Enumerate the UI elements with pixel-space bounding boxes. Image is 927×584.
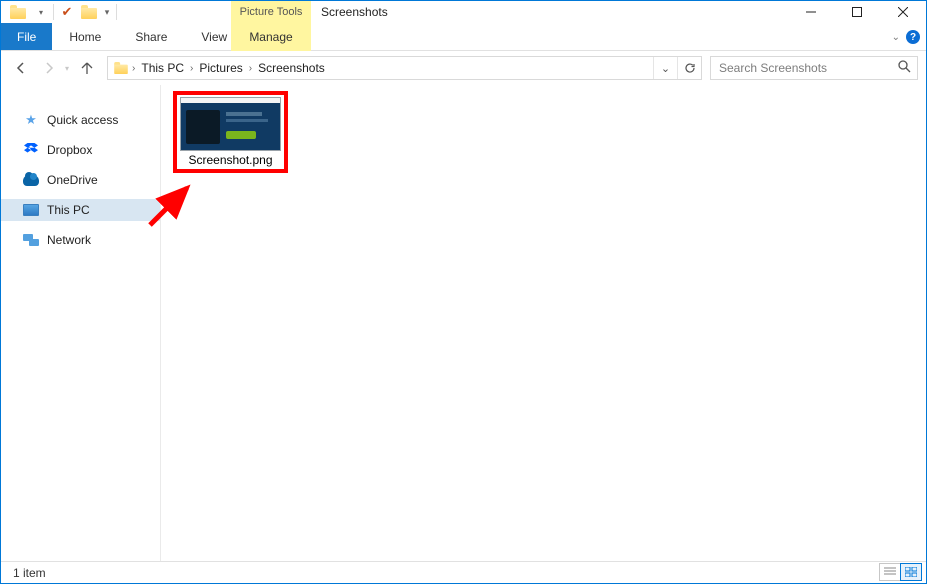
forward-button[interactable] xyxy=(37,56,61,80)
crumb-sep[interactable]: › xyxy=(188,63,195,74)
nav-network[interactable]: Network xyxy=(1,229,160,251)
crumb-this-pc[interactable]: This PC xyxy=(137,57,188,79)
nav-label: OneDrive xyxy=(47,173,98,187)
crumb-screenshots[interactable]: Screenshots xyxy=(254,57,329,79)
nav-label: This PC xyxy=(47,203,90,217)
tab-manage[interactable]: Manage xyxy=(231,23,311,51)
tab-share[interactable]: Share xyxy=(118,23,184,50)
address-bar[interactable]: › This PC › Pictures › Screenshots ⌄ xyxy=(107,56,702,80)
network-icon xyxy=(23,232,39,248)
dropbox-icon xyxy=(23,142,39,158)
view-switcher xyxy=(879,563,922,581)
folder-icon[interactable] xyxy=(7,1,29,23)
qat-dropdown[interactable]: ▾ xyxy=(29,1,51,23)
back-button[interactable] xyxy=(9,56,33,80)
folder-icon[interactable] xyxy=(78,1,100,23)
window-title: Screenshots xyxy=(321,1,388,23)
ribbon: File Home Share View Manage ⌄ ? xyxy=(1,23,926,51)
up-button[interactable] xyxy=(75,56,99,80)
nav-label: Dropbox xyxy=(47,143,92,157)
quick-access-toolbar: ▾ ✔ ▾ xyxy=(1,1,119,23)
folder-icon xyxy=(112,59,130,77)
body: ★ Quick access Dropbox OneDrive This PC … xyxy=(1,85,926,561)
file-item[interactable]: Screenshot.png xyxy=(173,91,288,173)
status-bar: 1 item xyxy=(1,561,926,583)
onedrive-icon xyxy=(23,172,39,188)
details-view-button[interactable] xyxy=(879,563,901,581)
refresh-button[interactable] xyxy=(677,57,701,79)
thumbnails-view-button[interactable] xyxy=(900,563,922,581)
title-bar: ▾ ✔ ▾ Picture Tools Screenshots xyxy=(1,1,926,23)
nav-label: Quick access xyxy=(47,113,118,127)
separator xyxy=(116,4,117,20)
tab-home[interactable]: Home xyxy=(52,23,118,50)
crumb-pictures[interactable]: Pictures xyxy=(195,57,246,79)
context-tab-header: Picture Tools xyxy=(231,1,311,23)
search-input[interactable] xyxy=(717,60,898,76)
qat-customize[interactable]: ▾ xyxy=(100,1,114,23)
star-icon: ★ xyxy=(23,112,39,128)
navigation-pane: ★ Quick access Dropbox OneDrive This PC … xyxy=(1,85,161,561)
search-box[interactable] xyxy=(710,56,918,80)
content-area[interactable]: Screenshot.png xyxy=(161,85,926,561)
minimize-button[interactable] xyxy=(788,1,834,23)
status-text: 1 item xyxy=(13,566,46,580)
nav-dropbox[interactable]: Dropbox xyxy=(1,139,160,161)
nav-quick-access[interactable]: ★ Quick access xyxy=(1,109,160,131)
maximize-button[interactable] xyxy=(834,1,880,23)
file-name: Screenshot.png xyxy=(188,153,272,167)
nav-label: Network xyxy=(47,233,91,247)
file-thumbnail xyxy=(180,97,281,151)
nav-onedrive[interactable]: OneDrive xyxy=(1,169,160,191)
help-icon[interactable]: ? xyxy=(906,30,920,44)
window-controls xyxy=(788,1,926,23)
separator xyxy=(53,4,54,20)
address-bar-row: ▾ › This PC › Pictures › Screenshots ⌄ xyxy=(1,51,926,85)
nav-this-pc[interactable]: This PC xyxy=(1,199,160,221)
crumb-sep[interactable]: › xyxy=(130,63,137,74)
file-tab[interactable]: File xyxy=(1,23,52,50)
close-button[interactable] xyxy=(880,1,926,23)
monitor-icon xyxy=(23,202,39,218)
properties-icon[interactable]: ✔ xyxy=(56,1,78,23)
crumb-sep[interactable]: › xyxy=(247,63,254,74)
recent-locations-dropdown[interactable]: ▾ xyxy=(65,64,71,73)
search-icon[interactable] xyxy=(898,60,911,76)
address-dropdown[interactable]: ⌄ xyxy=(653,57,677,79)
expand-ribbon-icon[interactable]: ⌄ xyxy=(892,32,900,43)
